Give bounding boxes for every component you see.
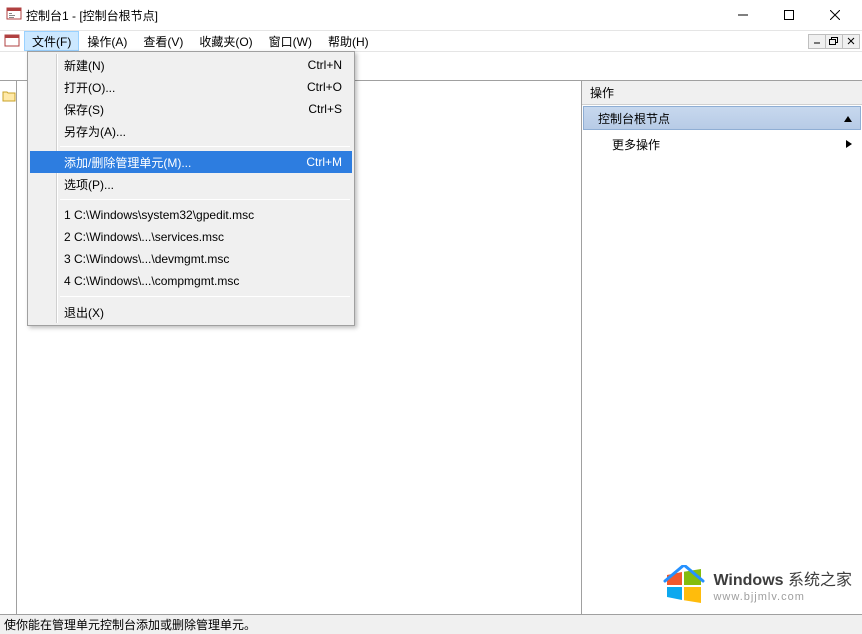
menu-item-options[interactable]: 选项(P)... — [30, 173, 352, 195]
menu-separator — [60, 296, 350, 297]
actions-subheader[interactable]: 控制台根节点 — [583, 106, 861, 130]
windows-logo-icon — [663, 565, 705, 610]
mdi-restore-button[interactable] — [825, 34, 843, 49]
app-icon — [6, 6, 22, 25]
menubar-app-icon — [0, 31, 24, 51]
menu-item-exit[interactable]: 退出(X) — [30, 301, 352, 323]
menu-item-exit-label: 退出(X) — [64, 304, 104, 321]
menu-item-save-shortcut: Ctrl+S — [308, 102, 342, 116]
menu-window-label: 窗口(W) — [269, 33, 312, 50]
folder-icon — [2, 90, 16, 102]
collapse-icon — [844, 111, 852, 125]
menu-item-new-label: 新建(N) — [64, 57, 105, 74]
menu-favorites[interactable]: 收藏夹(O) — [191, 31, 260, 51]
menu-item-saveas[interactable]: 另存为(A)... — [30, 120, 352, 142]
menu-help[interactable]: 帮助(H) — [320, 31, 377, 51]
more-actions-label: 更多操作 — [612, 136, 660, 153]
actions-subheader-label: 控制台根节点 — [598, 110, 670, 127]
menu-item-recent-3-label: 3 C:\Windows\...\devmgmt.msc — [64, 252, 229, 266]
watermark: Windows 系统之家 www.bjjmlv.com — [663, 565, 852, 610]
menu-item-recent-1[interactable]: 1 C:\Windows\system32\gpedit.msc — [30, 204, 352, 226]
window-title: 控制台1 - [控制台根节点] — [22, 7, 720, 24]
menu-view-label: 查看(V) — [143, 33, 183, 50]
menu-help-label: 帮助(H) — [328, 33, 369, 50]
actions-header: 操作 — [582, 81, 862, 105]
menu-window[interactable]: 窗口(W) — [261, 31, 320, 51]
actions-pane: 操作 控制台根节点 更多操作 — [582, 81, 862, 614]
minimize-button[interactable] — [720, 0, 766, 30]
menu-item-new-shortcut: Ctrl+N — [308, 58, 342, 72]
menu-item-recent-2[interactable]: 2 C:\Windows\...\services.msc — [30, 226, 352, 248]
menu-item-open[interactable]: 打开(O)... Ctrl+O — [30, 76, 352, 98]
menu-bar: 文件(F) 操作(A) 查看(V) 收藏夹(O) 窗口(W) 帮助(H) — [0, 30, 862, 51]
menu-item-add-remove-snapin[interactable]: 添加/删除管理单元(M)... Ctrl+M — [30, 151, 352, 173]
menu-separator — [60, 199, 350, 200]
watermark-brand: Windows — [713, 572, 783, 589]
window-controls — [720, 0, 858, 30]
tree-pane[interactable] — [0, 81, 17, 614]
watermark-text: Windows 系统之家 www.bjjmlv.com — [713, 571, 852, 603]
status-text: 使你能在管理单元控制台添加或删除管理单元。 — [4, 616, 256, 633]
menu-item-save-label: 保存(S) — [64, 101, 104, 118]
title-bar: 控制台1 - [控制台根节点] — [0, 0, 862, 30]
maximize-button[interactable] — [766, 0, 812, 30]
mdi-close-button[interactable] — [842, 34, 860, 49]
menu-action-label: 操作(A) — [87, 33, 127, 50]
menu-separator — [60, 146, 350, 147]
menu-item-add-remove-snapin-shortcut: Ctrl+M — [306, 155, 342, 169]
menu-item-open-label: 打开(O)... — [64, 79, 115, 96]
submenu-arrow-icon — [846, 137, 852, 151]
menu-favorites-label: 收藏夹(O) — [199, 33, 252, 50]
menu-item-saveas-label: 另存为(A)... — [64, 123, 126, 140]
file-menu-dropdown: 新建(N) Ctrl+N 打开(O)... Ctrl+O 保存(S) Ctrl+… — [27, 51, 355, 326]
menu-action[interactable]: 操作(A) — [79, 31, 135, 51]
menu-item-options-label: 选项(P)... — [64, 176, 114, 193]
menu-view[interactable]: 查看(V) — [135, 31, 191, 51]
mdi-controls — [809, 31, 862, 51]
more-actions-item[interactable]: 更多操作 — [582, 131, 862, 157]
menu-file-label: 文件(F) — [32, 33, 71, 50]
menu-item-recent-1-label: 1 C:\Windows\system32\gpedit.msc — [64, 208, 254, 222]
menu-item-open-shortcut: Ctrl+O — [307, 80, 342, 94]
watermark-url: www.bjjmlv.com — [713, 591, 852, 604]
watermark-suffix: 系统之家 — [784, 572, 852, 589]
menu-item-recent-4-label: 4 C:\Windows\...\compmgmt.msc — [64, 274, 239, 288]
close-button[interactable] — [812, 0, 858, 30]
status-bar: 使你能在管理单元控制台添加或删除管理单元。 — [0, 614, 862, 634]
menu-item-recent-4[interactable]: 4 C:\Windows\...\compmgmt.msc — [30, 270, 352, 292]
menu-item-recent-2-label: 2 C:\Windows\...\services.msc — [64, 230, 224, 244]
mdi-minimize-button[interactable] — [808, 34, 826, 49]
menu-item-recent-3[interactable]: 3 C:\Windows\...\devmgmt.msc — [30, 248, 352, 270]
menu-file[interactable]: 文件(F) — [24, 31, 79, 51]
menu-item-new[interactable]: 新建(N) Ctrl+N — [30, 54, 352, 76]
menu-item-save[interactable]: 保存(S) Ctrl+S — [30, 98, 352, 120]
menu-item-add-remove-snapin-label: 添加/删除管理单元(M)... — [64, 154, 191, 171]
